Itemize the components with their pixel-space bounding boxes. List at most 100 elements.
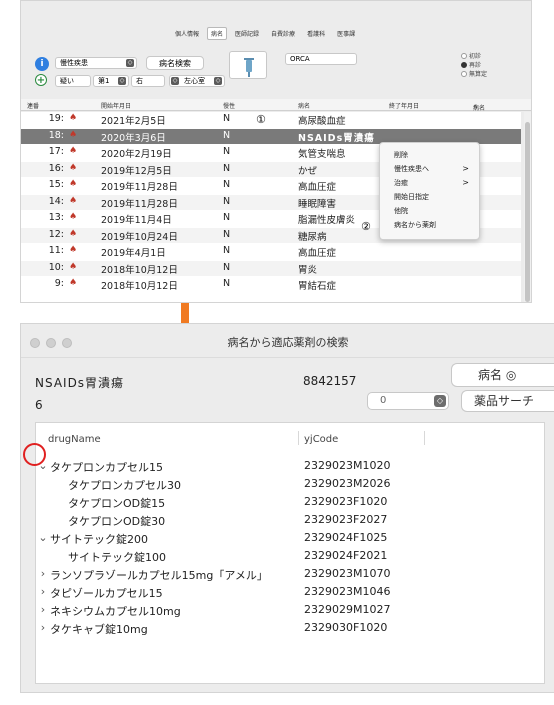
table-row[interactable]: 19: ♠ 2021年2月5日 N 高尿酸血症: [21, 112, 521, 127]
disclosure-closed-icon[interactable]: ›: [37, 567, 49, 580]
flag-icon: ♠: [69, 261, 78, 272]
scrollbar-thumb[interactable]: [525, 122, 530, 302]
visit-type-radio[interactable]: 再診: [461, 60, 481, 69]
patient-disease-window: 個人情報 病名 医師記録 自費診療 看護科 医事課 i + 慢性疾患 ◇ 病名検索 ORC…: [20, 0, 532, 303]
context-menu-label: 慢性疾患へ: [394, 165, 429, 173]
table-row[interactable]: 9: ♠ 2018年10月12日 N 胃結石症: [21, 277, 521, 292]
row-serial: 15:: [48, 179, 64, 190]
tab-0[interactable]: 個人情報: [171, 27, 203, 40]
row-disease-name: 高尿酸血症: [298, 116, 346, 127]
row-disease-name: 高血圧症: [298, 248, 337, 259]
tab-4[interactable]: 看護科: [303, 27, 329, 40]
disease-code-label: 8842157: [303, 374, 357, 388]
syringe-icon: [244, 58, 254, 77]
table-row[interactable]: 11: ♠ 2019年4月1日 N 高血圧症: [21, 244, 521, 259]
disclosure-open-icon[interactable]: ⌄: [37, 531, 49, 544]
drug-row[interactable]: › ランソプラゾールカプセル15mg「アメル」 2329023M1070: [36, 565, 544, 583]
header-chronic[interactable]: 慢性: [223, 101, 235, 110]
submenu-arrow-icon: >: [462, 164, 469, 173]
suspect-select[interactable]: 疑い: [55, 75, 91, 87]
tab-2[interactable]: 医師記録: [231, 27, 263, 40]
row-start-date: 2019年11月28日: [101, 182, 178, 193]
column-header-yj-code[interactable]: yjCode: [304, 434, 338, 445]
site-select[interactable]: ◇ 左心室 ◇: [169, 75, 225, 87]
disclosure-closed-icon[interactable]: ›: [37, 621, 49, 634]
yj-code: 2329029M1027: [304, 603, 391, 616]
drug-row[interactable]: › ネキシウムカプセル10mg 2329029M1027: [36, 601, 544, 619]
drug-row[interactable]: ⌄ タケプロンカプセル15 2329023M1020: [36, 457, 544, 475]
row-chronic: N: [223, 195, 231, 207]
visit-type-radio[interactable]: 無算定: [461, 69, 487, 78]
visit-type-radio[interactable]: 初診: [461, 51, 481, 60]
disclosure-closed-icon[interactable]: ›: [37, 585, 49, 598]
context-menu-item[interactable]: 病名から薬剤: [380, 218, 479, 232]
column-divider[interactable]: [298, 431, 299, 445]
column-header-drug-name[interactable]: drugName: [48, 434, 101, 445]
disease-search-button[interactable]: 病名検索: [146, 56, 204, 70]
drug-search-button-label: 薬品サーチ: [474, 394, 535, 408]
drug-row[interactable]: タケプロンOD錠30 2329023F2027: [36, 511, 544, 529]
row-chronic: N: [223, 261, 231, 273]
drug-row[interactable]: サイトテック錠100 2329024F2021: [36, 547, 544, 565]
row-serial: 18:: [48, 129, 64, 141]
orca-label: ORCA: [290, 55, 310, 63]
site-value: 左心室: [184, 77, 205, 85]
add-icon[interactable]: +: [35, 74, 47, 86]
yj-code: 2329023M2026: [304, 477, 391, 490]
flag-icon: ♠: [69, 195, 78, 206]
header-serial[interactable]: 連番: [27, 101, 39, 110]
tab-1[interactable]: 病名: [207, 27, 228, 40]
radio-label: 初診: [469, 53, 482, 60]
tab-5[interactable]: 医事課: [333, 27, 359, 40]
row-start-date: 2019年11月28日: [101, 198, 178, 210]
drug-row[interactable]: タケプロンカプセル30 2329023M2026: [36, 475, 544, 493]
row-start-date: 2021年2月5日: [101, 116, 166, 127]
header-disease-name[interactable]: 病名: [298, 101, 310, 110]
disease-type-select[interactable]: 慢性疾患 ◇: [55, 57, 137, 69]
row-start-date: 2020年2月19日: [101, 149, 172, 160]
row-chronic: N: [223, 129, 231, 141]
disease-name-button[interactable]: 病名 ◎: [451, 363, 554, 387]
row-chronic: N: [223, 146, 231, 157]
order-select[interactable]: 第1 ◇: [93, 75, 129, 87]
column-divider[interactable]: [424, 431, 425, 445]
tab-3[interactable]: 自費診療: [267, 27, 299, 40]
context-menu-item[interactable]: 他院: [380, 204, 479, 218]
drug-search-button[interactable]: 薬品サーチ: [461, 390, 554, 412]
side-select[interactable]: 右: [131, 75, 165, 87]
table-row[interactable]: 10: ♠ 2018年10月12日 N 胃炎: [21, 260, 521, 276]
chevron-down-icon: ◇: [214, 77, 222, 85]
context-menu-item[interactable]: 削除: [380, 148, 479, 162]
row-serial: 12:: [48, 228, 64, 240]
order-value: 第1: [98, 77, 110, 85]
row-chronic: N: [223, 212, 231, 223]
submenu-arrow-icon: >: [462, 178, 469, 187]
drug-row[interactable]: タケプロンOD錠15 2329023F1020: [36, 493, 544, 511]
record-tabs: 個人情報 病名 医師記録 自費診療 看護科 医事課: [171, 27, 359, 40]
row-serial: 14:: [48, 195, 64, 207]
row-serial: 11:: [48, 245, 64, 256]
row-start-date: 2019年11月4日: [101, 215, 172, 226]
drug-row[interactable]: › タピゾールカプセル15 2329023M1046: [36, 583, 544, 601]
orca-field[interactable]: ORCA: [285, 53, 357, 65]
yj-code: 2329023F1020: [304, 495, 388, 508]
drug-row[interactable]: ⌄ サイトテック錠200 2329024F1025: [36, 529, 544, 547]
grid-scrollbar[interactable]: [524, 112, 531, 302]
sort-select-value: 0: [380, 395, 387, 406]
drug-row[interactable]: › タケキャブ錠10mg 2329030F1020: [36, 619, 544, 637]
sort-select[interactable]: 0 ◇: [367, 392, 449, 410]
info-icon[interactable]: i: [35, 57, 49, 71]
context-menu-item[interactable]: 治癒 >: [380, 176, 479, 190]
context-menu-item[interactable]: 慢性疾患へ >: [380, 162, 479, 176]
row-start-date: 2018年10月12日: [101, 281, 178, 292]
syringe-icon-button[interactable]: [229, 51, 267, 79]
disease-type-value: 慢性疾患: [60, 59, 88, 67]
context-menu-item[interactable]: 開始日指定: [380, 190, 479, 204]
header-start-date[interactable]: 開始年月日: [101, 101, 131, 110]
row-serial: 9:: [54, 278, 64, 289]
header-end-date[interactable]: 終了年月日: [389, 101, 419, 110]
disclosure-closed-icon[interactable]: ›: [37, 603, 49, 616]
flag-icon: ♠: [69, 278, 78, 288]
row-serial: 10:: [48, 261, 64, 273]
dialog-titlebar: 病名から適応薬剤の検索: [21, 324, 554, 358]
